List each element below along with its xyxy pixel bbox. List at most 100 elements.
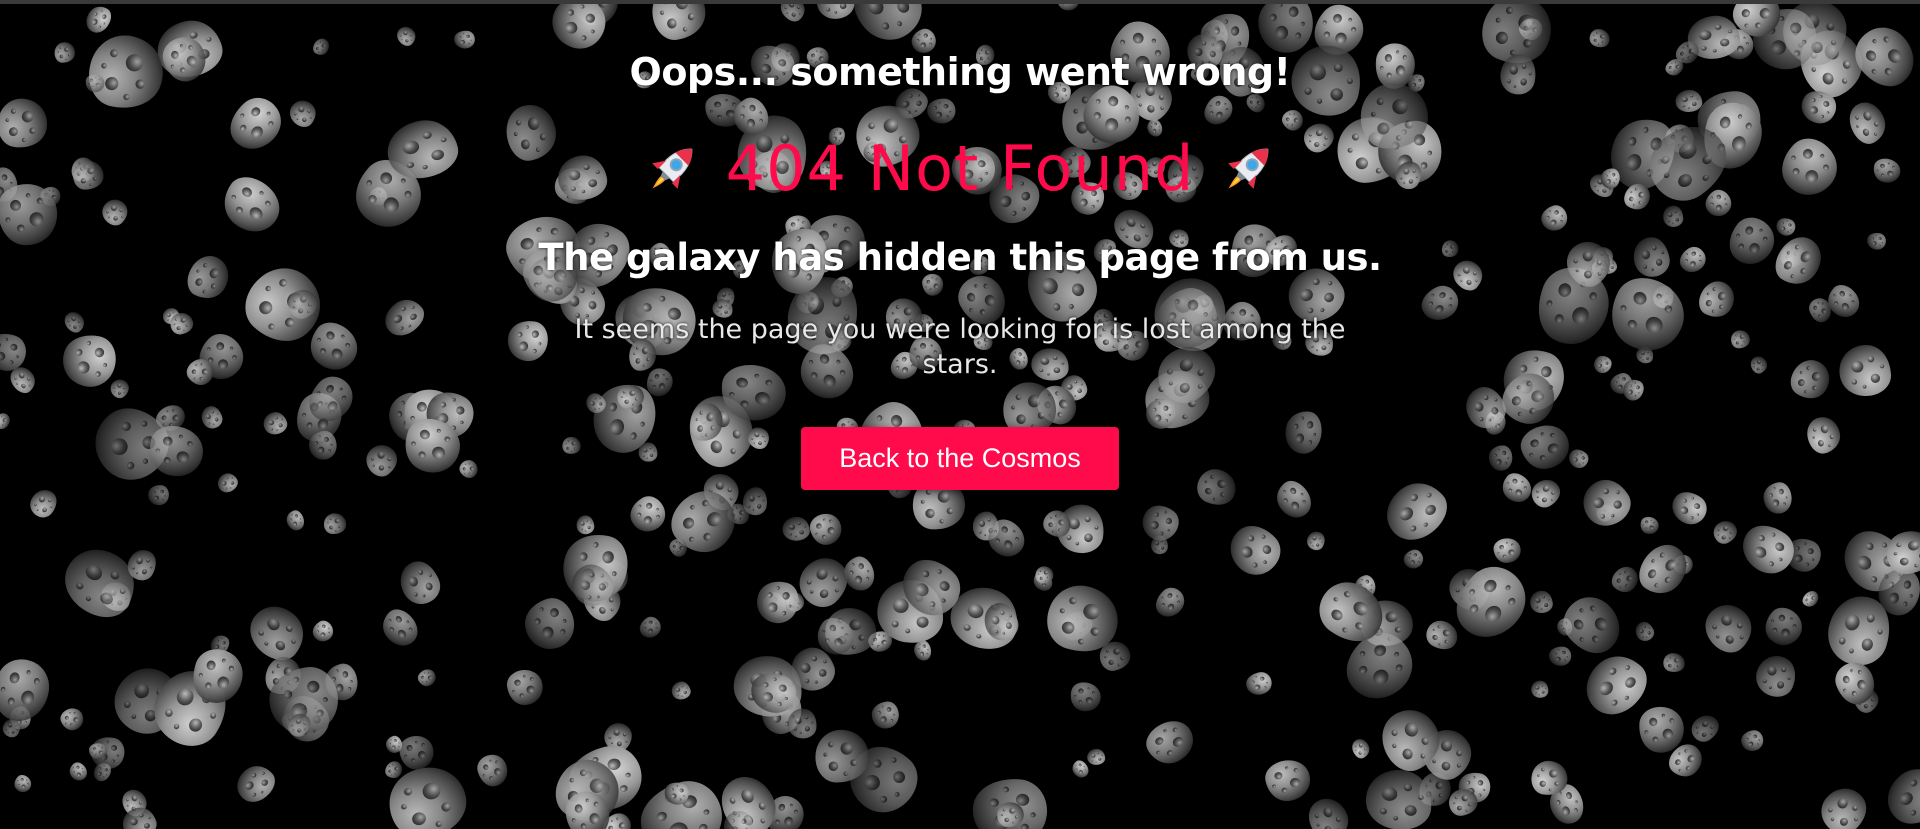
asteroid [1421,615,1463,656]
asteroid [456,456,482,482]
asteroid [669,679,693,702]
asteroid [283,508,307,533]
asteroid [1262,756,1314,805]
asteroid [1590,352,1615,377]
asteroid [635,613,665,642]
asteroid [1066,678,1105,715]
asteroid [1488,445,1513,471]
asteroid [1731,330,1750,349]
asteroid [309,617,337,646]
asteroid [519,593,580,655]
asteroid [60,308,89,336]
asteroid [1516,419,1575,475]
asteroid [575,514,595,535]
asteroid [807,510,845,549]
asteroid [1362,766,1436,829]
asteroid [1661,651,1687,675]
asteroid [1492,537,1522,564]
asteroid [1375,471,1457,551]
asteroid [0,410,14,433]
asteroid [1086,748,1106,766]
asteroid [214,469,241,496]
asteroid [649,0,709,43]
asteroid [1575,471,1638,534]
asteroid [1257,0,1315,54]
asteroid [1812,779,1876,829]
asteroid [839,553,879,595]
asteroid [1303,528,1329,554]
error-page: Oops... something went wrong! 404 Not Fo… [0,0,1920,829]
asteroid [107,375,133,402]
asteroid [230,758,282,810]
back-to-cosmos-button[interactable]: Back to the Cosmos [801,427,1119,490]
asteroid [453,29,476,50]
asteroid [1762,481,1794,516]
asteroid [378,292,430,343]
asteroid [1784,353,1837,407]
asteroid [1710,517,1741,547]
asteroid [1140,713,1201,772]
asteroid [1150,582,1190,623]
asteroid [284,95,322,132]
asteroid [1565,445,1592,472]
asteroid [752,576,804,628]
asteroid [57,705,87,734]
asteroid [1244,670,1274,697]
asteroid [375,603,425,653]
subtitle: The galaxy has hidden this page from us. [538,236,1382,279]
rocket-icon [1216,137,1280,201]
asteroid [260,409,290,438]
asteroid [926,97,956,124]
asteroid-background [0,0,1920,829]
asteroid [393,23,420,50]
asteroid [1548,646,1572,667]
asteroid [1686,710,1724,747]
asteroid [1496,468,1537,508]
asteroid [57,329,121,392]
asteroid [198,403,225,432]
asteroid [1283,409,1324,456]
asteroid [474,751,511,790]
asteroid [360,439,404,482]
asteroid [1529,589,1554,614]
asteroid [1607,561,1644,598]
asteroid [240,595,315,670]
asteroid [782,516,811,542]
page-title: 404 Not Found [0,130,1920,208]
window-top-border [0,0,1920,4]
asteroid [1802,413,1845,457]
asteroid [66,759,91,784]
asteroid [1637,705,1686,755]
asteroid [322,512,348,536]
asteroid [560,434,583,457]
asteroid [398,734,435,771]
asteroid [81,1,116,37]
asteroid [1349,736,1373,761]
asteroid [1757,601,1810,653]
asteroid [1693,275,1741,324]
asteroid [1876,757,1920,829]
description-text: It seems the page you were looking for i… [574,314,1346,380]
asteroid [1739,729,1765,753]
asteroid [1135,497,1186,548]
asteroid [1638,514,1661,537]
asteroid [1416,280,1464,326]
asteroid [0,652,57,729]
asteroid [1632,619,1657,644]
asteroid [25,484,63,523]
asteroid [1733,515,1803,583]
asteroid [1191,463,1242,512]
asteroid [10,771,35,796]
rocket-icon [640,137,704,201]
asteroid [1198,90,1238,131]
asteroid [1401,547,1426,571]
asteroid [415,666,439,690]
asteroid [1696,595,1762,661]
asteroid [1750,649,1803,703]
asteroid [1220,515,1290,585]
asteroid [1748,353,1770,376]
asteroid [1799,588,1822,610]
asteroid [1269,475,1318,525]
asteroid [1301,791,1356,829]
asteroid [1530,680,1550,699]
